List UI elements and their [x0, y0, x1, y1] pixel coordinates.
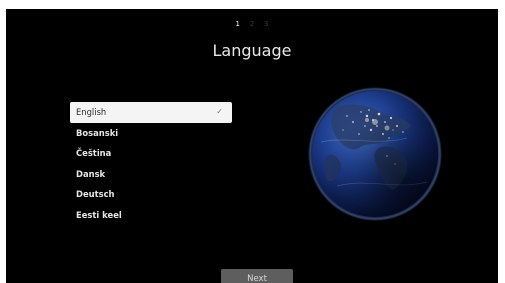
step-2: 2 — [249, 20, 255, 28]
next-button[interactable]: Next — [221, 269, 293, 283]
earth-globe-image — [308, 87, 442, 221]
language-option-deutsch[interactable]: Deutsch — [70, 184, 232, 205]
language-option-eesti-keel[interactable]: Eesti keel — [70, 205, 232, 226]
language-option-bosanski[interactable]: Bosanski — [70, 123, 232, 144]
language-label: Deutsch — [76, 189, 115, 199]
language-label: Čeština — [76, 148, 112, 158]
language-option-english[interactable]: English ✓ — [70, 102, 232, 123]
tv-setup-screen: 1 2 3 Language English ✓ Bosanski Češtin… — [6, 9, 498, 283]
language-option-dansk[interactable]: Dansk — [70, 164, 232, 185]
language-option-cestina[interactable]: Čeština — [70, 143, 232, 164]
language-label: Dansk — [76, 168, 106, 179]
language-label: English — [76, 107, 107, 117]
language-label: Eesti keel — [76, 209, 122, 220]
check-icon: ✓ — [216, 107, 223, 116]
step-3: 3 — [264, 20, 269, 28]
language-list: English ✓ Bosanski Čeština Dansk Deutsch… — [70, 102, 232, 225]
language-label: Bosanski — [76, 127, 119, 138]
page-title: Language — [212, 41, 292, 60]
step-1: 1 — [235, 20, 240, 28]
step-indicator: 1 2 3 — [6, 20, 498, 28]
